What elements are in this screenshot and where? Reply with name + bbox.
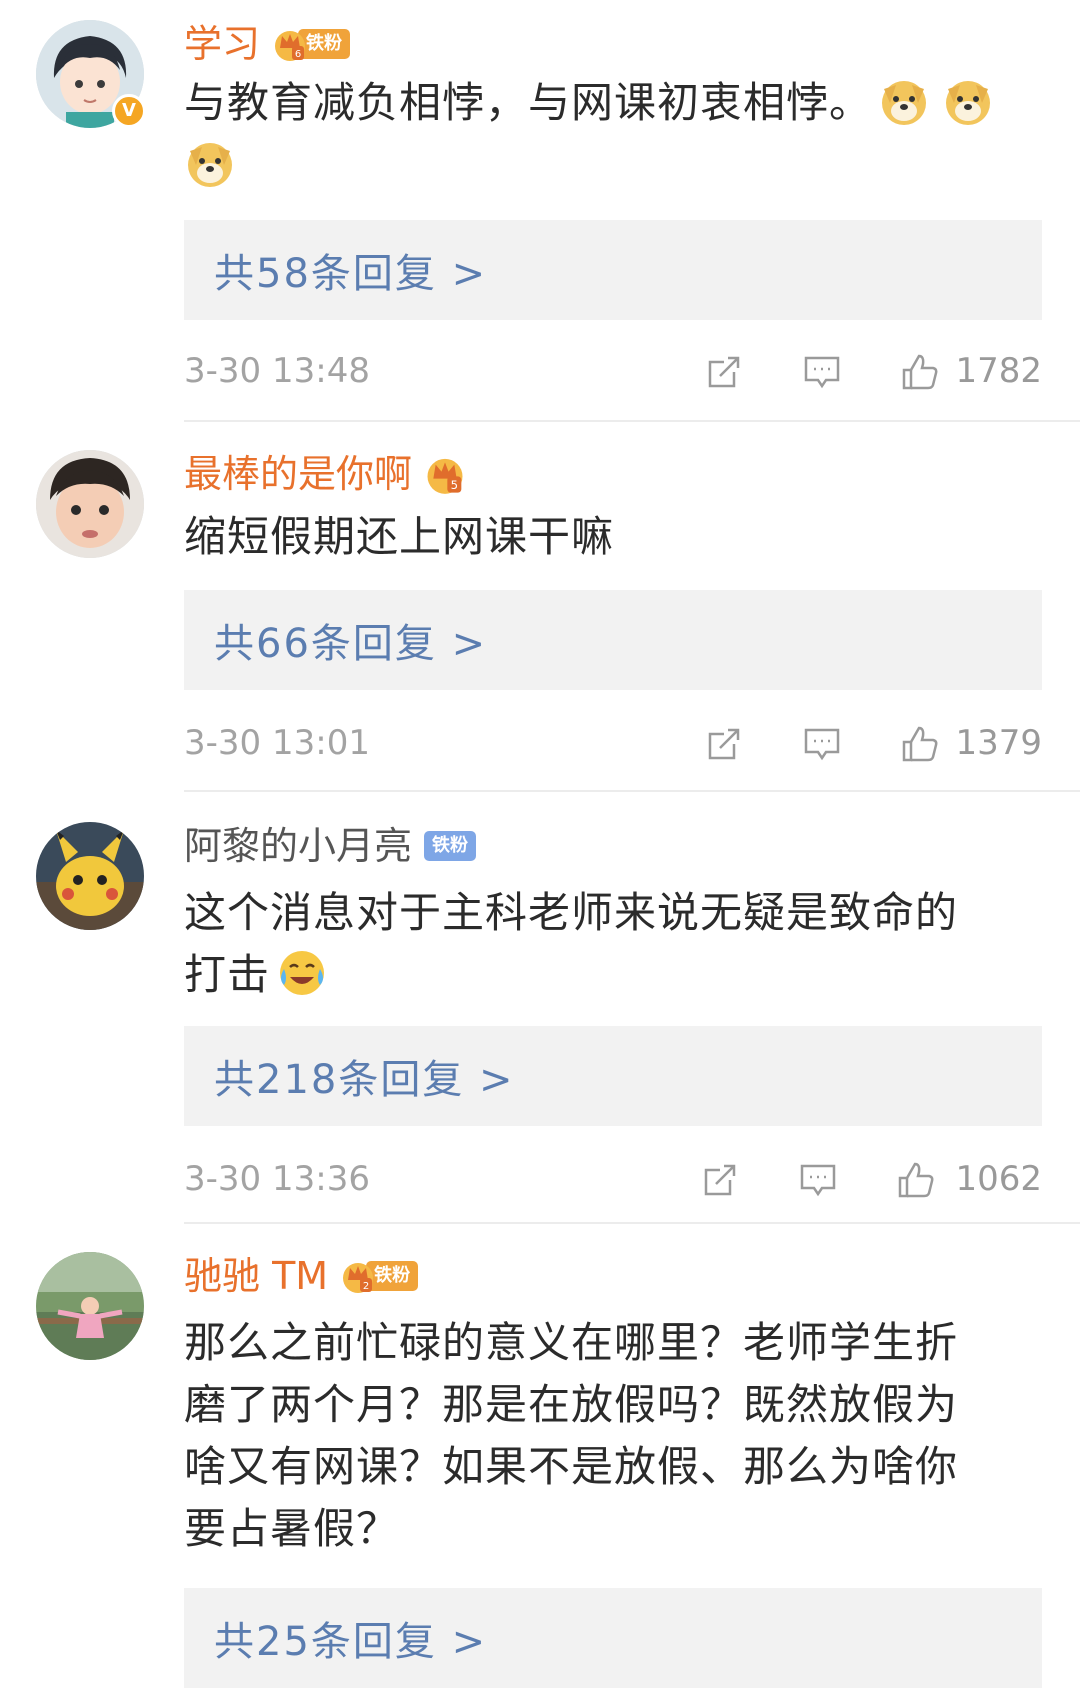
like-count: 1782 bbox=[955, 351, 1042, 391]
avatar[interactable] bbox=[36, 1252, 144, 1360]
username[interactable]: 最棒的是你啊 bbox=[184, 448, 412, 500]
reply-count-button[interactable]: 共66条回复 > bbox=[184, 590, 1042, 690]
timestamp: 3-30 13:01 bbox=[184, 723, 370, 763]
fans-badge[interactable]: 铁粉 bbox=[424, 831, 477, 861]
crown-icon: 6 bbox=[275, 31, 306, 61]
share-icon[interactable] bbox=[700, 1160, 740, 1200]
reply-count-label: 共66条回复 > bbox=[214, 621, 488, 667]
svg-text:6: 6 bbox=[295, 49, 301, 60]
crown-icon[interactable]: 5 bbox=[424, 453, 466, 495]
avatar[interactable] bbox=[36, 450, 144, 558]
like-icon[interactable] bbox=[896, 1160, 936, 1200]
avatar[interactable] bbox=[36, 822, 144, 930]
doge-emoji-icon bbox=[882, 81, 927, 125]
verified-badge-icon: V bbox=[112, 94, 146, 128]
laugh-cry-emoji-icon bbox=[280, 951, 325, 995]
comment-icon[interactable] bbox=[798, 1160, 838, 1200]
like-count: 1379 bbox=[955, 723, 1042, 763]
timestamp: 3-30 13:48 bbox=[184, 351, 370, 391]
like-icon[interactable] bbox=[900, 724, 940, 764]
timestamp: 3-30 13:36 bbox=[184, 1159, 370, 1199]
username[interactable]: 驰驰 TM bbox=[184, 1250, 328, 1302]
crown-icon: 2 bbox=[343, 1263, 374, 1293]
doge-emoji-icon bbox=[188, 143, 232, 187]
comment-meta: 3-30 13:36 1062 bbox=[184, 1154, 1042, 1204]
reply-count-button[interactable]: 共58条回复 > bbox=[184, 220, 1042, 320]
svg-text:2: 2 bbox=[363, 1281, 369, 1292]
share-icon[interactable] bbox=[704, 352, 744, 392]
like-count: 1062 bbox=[955, 1159, 1042, 1199]
reply-count-label: 共58条回复 > bbox=[214, 251, 488, 297]
comment-text: 那么之前忙碌的意义在哪里？老师学生折磨了两个月？那是在放假吗？既然放假为啥又有网… bbox=[184, 1318, 959, 1553]
username[interactable]: 学习 bbox=[184, 18, 260, 70]
reply-count-label: 共25条回复 > bbox=[214, 1619, 488, 1665]
svg-text:5: 5 bbox=[451, 478, 458, 492]
comment-text: 这个消息对于主科老师来说无疑是致命的打击 bbox=[184, 888, 959, 999]
fan-level-badge[interactable]: 2 铁粉 bbox=[340, 1258, 419, 1294]
reply-count-button[interactable]: 共25条回复 > bbox=[184, 1588, 1042, 1688]
like-icon[interactable] bbox=[900, 352, 940, 392]
divider bbox=[184, 420, 1080, 422]
reply-count-button[interactable]: 共218条回复 > bbox=[184, 1026, 1042, 1126]
comment-icon[interactable] bbox=[802, 724, 842, 764]
divider bbox=[184, 1222, 1080, 1224]
comment-icon[interactable] bbox=[802, 352, 842, 392]
username[interactable]: 阿黎的小月亮 bbox=[184, 820, 412, 872]
comment-meta: 3-30 13:48 1782 bbox=[184, 346, 1042, 396]
comment-meta: 3-30 13:01 1379 bbox=[184, 718, 1042, 768]
comment-text: 与教育减负相悖，与网课初衷相悖。 bbox=[184, 72, 1044, 196]
fan-level-badge[interactable]: 6 铁粉 bbox=[272, 26, 351, 62]
share-icon[interactable] bbox=[704, 724, 744, 764]
doge-emoji-icon bbox=[946, 81, 991, 125]
divider bbox=[184, 790, 1080, 792]
reply-count-label: 共218条回复 > bbox=[214, 1057, 515, 1103]
comment-text: 缩短假期还上网课干嘛 bbox=[184, 512, 615, 561]
